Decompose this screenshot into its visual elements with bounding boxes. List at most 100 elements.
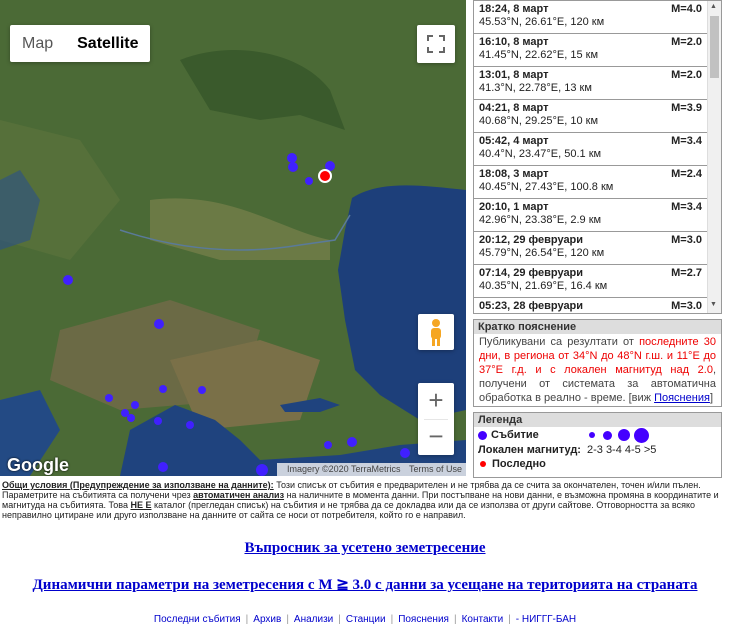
event-marker[interactable]	[198, 386, 206, 394]
event-location: 45.53°N, 26.61°E, 120 км	[479, 16, 605, 28]
event-magnitude: M=2.0	[671, 69, 702, 81]
event-time: 16:10, 8 март	[479, 36, 549, 48]
event-list[interactable]: 18:24, 8 март M=4.0 45.53°N, 26.61°E, 120 …	[473, 0, 722, 314]
footer-link[interactable]: Последни събития	[154, 614, 241, 625]
event-list-item[interactable]: 05:23, 28 февруари M=3.0	[474, 298, 721, 313]
event-list-item[interactable]: 18:08, 3 март M=2.4 40.45°N, 27.43°E, 100.…	[474, 166, 721, 199]
explanations-link[interactable]: Пояснения	[654, 392, 710, 404]
terms-title[interactable]: Общи условия (Предупреждение за използва…	[2, 480, 274, 490]
event-magnitude: M=3.0	[671, 234, 702, 246]
legend-magnitude-label: Локален магнитуд:	[478, 444, 581, 456]
event-time: 20:10, 1 март	[479, 201, 549, 213]
event-marker[interactable]	[256, 464, 268, 476]
event-magnitude: M=3.9	[671, 102, 702, 114]
map-type-control: Map Satellite	[10, 25, 151, 62]
event-magnitude: M=2.4	[671, 168, 702, 180]
terms-disclaimer: Общи условия (Предупреждение за използва…	[0, 480, 730, 520]
footer-link[interactable]: Пояснения	[398, 614, 449, 625]
street-view-pegman-button[interactable]	[418, 314, 454, 350]
event-time: 05:23, 28 февруари	[479, 300, 584, 312]
event-location: 40.68°N, 29.25°E, 10 км	[479, 115, 599, 127]
map-attribution: Imagery ©2020 TerraMetrics Terms of Use	[276, 463, 466, 476]
mag-3-4-dot-icon	[602, 430, 612, 440]
automatic-analysis-link[interactable]: автоматичен анализ	[193, 490, 284, 500]
event-location: 41.45°N, 22.62°E, 15 км	[479, 49, 599, 61]
event-marker[interactable]	[127, 414, 135, 422]
event-marker[interactable]	[400, 448, 410, 458]
not-catalog-emphasis: НЕ Е	[130, 500, 152, 510]
footer-separator: |	[338, 614, 341, 625]
event-list-item[interactable]: 20:10, 1 март M=3.4 42.96°N, 23.38°E, 2.9 …	[474, 199, 721, 232]
map-type-map-button[interactable]: Map	[10, 25, 65, 62]
event-list-item[interactable]: 18:24, 8 март M=4.0 45.53°N, 26.61°E, 120 …	[474, 1, 721, 34]
fullscreen-button[interactable]	[417, 25, 455, 63]
event-location: 40.4°N, 23.47°E, 50.1 км	[479, 148, 602, 160]
latest-event-marker[interactable]	[320, 171, 330, 181]
footer-separator: |	[286, 614, 289, 625]
event-list-item[interactable]: 20:12, 29 февруари M=3.0 45.79°N, 26.54°E,…	[474, 232, 721, 265]
event-time: 05:42, 4 март	[479, 135, 549, 147]
event-marker[interactable]	[287, 153, 297, 163]
felt-report-link[interactable]: Въпросник за усетено земетресение	[0, 540, 730, 557]
footer-link[interactable]: Станции	[346, 614, 386, 625]
event-time: 18:24, 8 март	[479, 3, 549, 15]
event-location: 40.45°N, 27.43°E, 100.8 км	[479, 181, 614, 193]
terms-of-use-link[interactable]: Terms of Use	[409, 464, 462, 474]
event-list-item[interactable]: 07:14, 29 февруари M=2.7 40.35°N, 21.69°E,…	[474, 265, 721, 298]
event-marker[interactable]	[186, 421, 194, 429]
event-list-scrollbar[interactable]: ▲ ▼	[707, 1, 721, 313]
event-magnitude: M=3.4	[671, 135, 702, 147]
event-magnitude: M=3.4	[671, 201, 702, 213]
event-list-item[interactable]: 05:42, 4 март M=3.4 40.4°N, 23.47°E, 50.1 …	[474, 133, 721, 166]
event-time: 13:01, 8 март	[479, 69, 549, 81]
zoom-separator	[424, 419, 448, 420]
event-marker[interactable]	[324, 441, 332, 449]
event-list-item[interactable]: 13:01, 8 март M=2.0 41.3°N, 22.78°E, 13 км	[474, 67, 721, 100]
brief-explanation-box: Кратко пояснение Публикувани са резултат…	[473, 319, 722, 407]
magnitude-dots	[588, 427, 653, 443]
scroll-up-arrow-icon[interactable]: ▲	[710, 3, 717, 10]
event-marker[interactable]	[288, 162, 298, 172]
footer-separator: |	[453, 614, 457, 625]
footer-separator: |	[508, 614, 511, 625]
explanation-title: Кратко пояснение	[474, 320, 721, 334]
explanation-part4: ]	[709, 392, 713, 404]
footer-separator: |	[245, 614, 249, 625]
footer-link[interactable]: Контакти	[462, 614, 504, 625]
fullscreen-icon	[427, 35, 445, 53]
event-list-item[interactable]: 16:10, 8 март M=2.0 41.45°N, 22.62°E, 15 к…	[474, 34, 721, 67]
dynamic-parameters-link[interactable]: Динамични параметри на земетресения с M …	[0, 575, 730, 594]
event-marker[interactable]	[154, 319, 164, 329]
legend-event-label: Събитие	[491, 429, 539, 441]
footer-nav: Последни събития | Архив | Анализи | Станции | П…	[0, 614, 730, 625]
event-time: 04:21, 8 март	[479, 102, 549, 114]
event-magnitude: M=3.0	[671, 300, 702, 312]
zoom-in-button[interactable]: +	[418, 383, 454, 419]
footer-link[interactable]: Анализи	[294, 614, 333, 625]
zoom-control: + −	[418, 383, 454, 455]
event-marker[interactable]	[347, 437, 357, 447]
footer-separator: |	[390, 614, 394, 625]
scroll-thumb[interactable]	[710, 16, 719, 78]
event-magnitude: M=2.0	[671, 36, 702, 48]
explanation-text: Публикувани са резултати от последните 3…	[474, 334, 721, 406]
event-marker[interactable]	[63, 275, 73, 285]
earthquake-markers	[63, 153, 410, 476]
footer-link[interactable]: - НИГГГ-БАН	[516, 614, 576, 625]
event-marker[interactable]	[305, 177, 313, 185]
scroll-down-arrow-icon[interactable]: ▼	[710, 301, 717, 308]
event-marker[interactable]	[105, 394, 113, 402]
event-list-item[interactable]: 04:21, 8 март M=3.9 40.68°N, 29.25°E, 10 к…	[474, 100, 721, 133]
footer-link[interactable]: Архив	[253, 614, 281, 625]
event-marker[interactable]	[154, 417, 162, 425]
event-marker[interactable]	[159, 385, 167, 393]
event-location: 40.35°N, 21.69°E, 16.4 км	[479, 280, 608, 292]
map-type-satellite-button[interactable]: Satellite	[65, 25, 150, 62]
map-view[interactable]: Map Satellite + − Google Imagery ©2020 T…	[0, 0, 466, 476]
event-location: 45.79°N, 26.54°E, 120 км	[479, 247, 605, 259]
zoom-out-button[interactable]: −	[418, 419, 454, 455]
event-marker[interactable]	[131, 401, 139, 409]
legend-latest-label: Последно	[492, 458, 546, 470]
event-magnitude: M=4.0	[671, 3, 702, 15]
event-marker[interactable]	[158, 462, 168, 472]
